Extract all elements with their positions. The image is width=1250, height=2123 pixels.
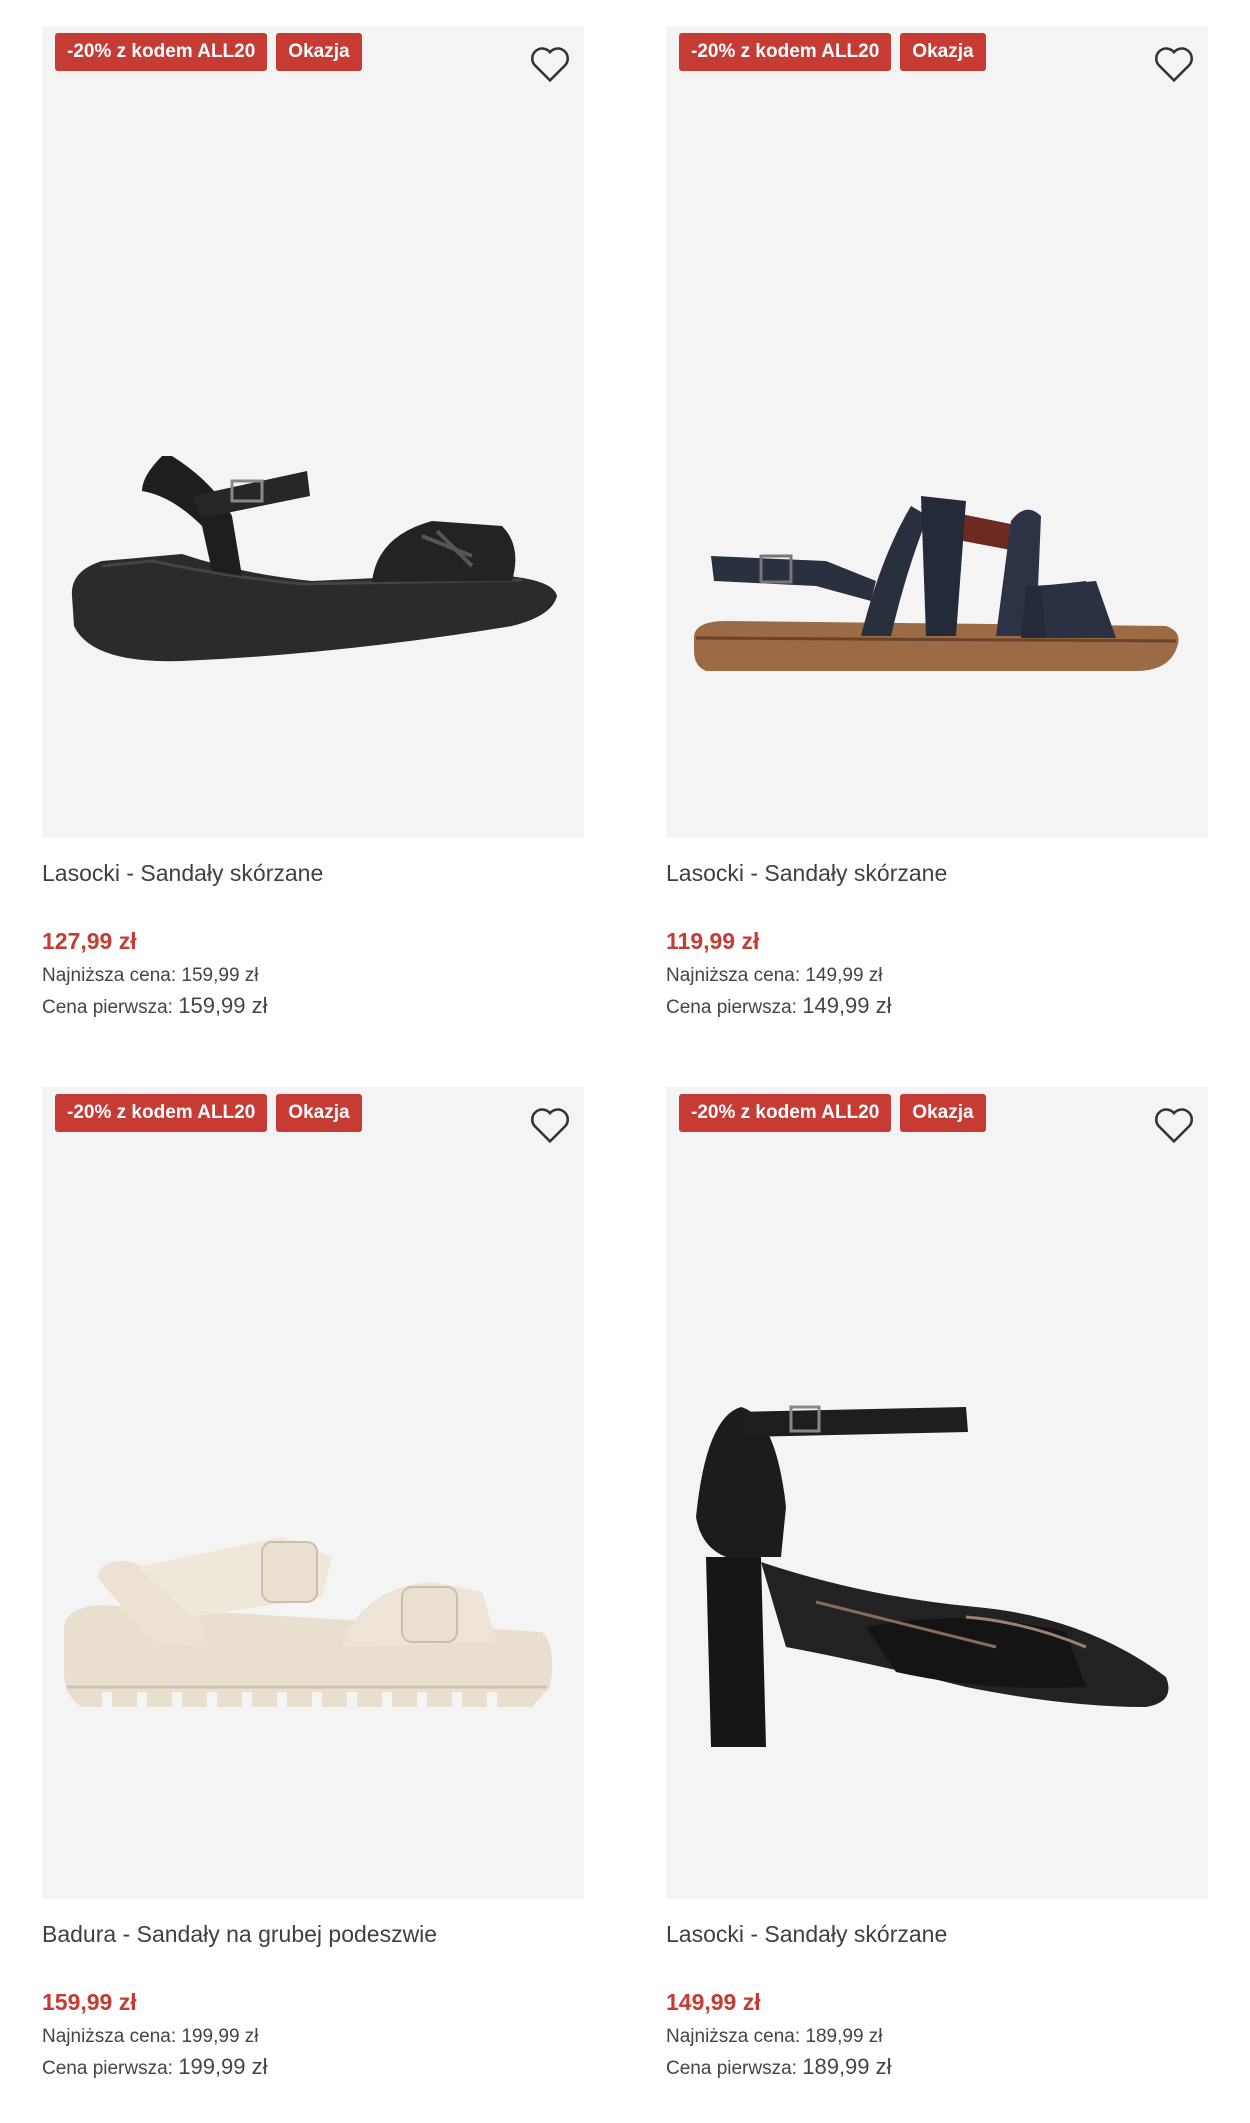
lowest-price-value: 189,99 zł: [805, 2026, 883, 2047]
product-card[interactable]: -20% z kodem ALL20 Okazja Lasocki - Sand…: [666, 1087, 1208, 2080]
lowest-price-value: 149,99 zł: [805, 965, 883, 986]
lowest-price-row: Najniższa cena: 149,99 zł: [666, 963, 1208, 989]
first-price-value: 199,99 zł: [178, 2054, 268, 2079]
lowest-price-value: 199,99 zł: [181, 2026, 259, 2047]
first-price-row: Cena pierwsza: 149,99 zł: [666, 993, 1208, 1019]
badges: -20% z kodem ALL20 Okazja: [679, 33, 986, 71]
first-price-row: Cena pierwsza: 199,99 zł: [42, 2054, 584, 2080]
first-price-value: 149,99 zł: [802, 993, 892, 1018]
heart-outline-icon[interactable]: [528, 44, 572, 84]
first-price-value: 159,99 zł: [178, 993, 268, 1018]
first-price-label: Cena pierwsza:: [42, 997, 173, 1018]
product-name[interactable]: Badura - Sandały na grubej podeszwie: [42, 1916, 584, 1952]
product-price: 127,99 zł: [42, 928, 137, 954]
discount-badge: -20% z kodem ALL20: [679, 1094, 892, 1132]
product-price: 119,99 zł: [666, 928, 760, 954]
product-card[interactable]: -20% z kodem ALL20 Okazja Lasocki - Sand…: [42, 26, 584, 1019]
product-image[interactable]: -20% z kodem ALL20 Okazja: [42, 1087, 584, 1899]
first-price-label: Cena pierwsza:: [42, 2058, 173, 2079]
first-price-row: Cena pierwsza: 159,99 zł: [42, 993, 584, 1019]
deal-badge: Okazja: [276, 1094, 362, 1132]
lowest-price-row: Najniższa cena: 159,99 zł: [42, 963, 584, 989]
cream-chunky-sandal-image: [63, 1537, 553, 1710]
product-grid: -20% z kodem ALL20 Okazja Lasocki - Sand…: [0, 0, 1250, 2123]
first-price-row: Cena pierwsza: 189,99 zł: [666, 2054, 1208, 2080]
discount-badge: -20% z kodem ALL20: [679, 33, 892, 71]
product-card[interactable]: -20% z kodem ALL20 Okazja Lasocki - Sand…: [666, 26, 1208, 1019]
badges: -20% z kodem ALL20 Okazja: [679, 1094, 986, 1132]
black-wedge-sandal-image: [71, 456, 557, 662]
heart-outline-icon[interactable]: [1152, 44, 1196, 84]
deal-badge: Okazja: [900, 1094, 986, 1132]
lowest-price-row: Najniższa cena: 199,99 zł: [42, 2024, 584, 2050]
product-image[interactable]: -20% z kodem ALL20 Okazja: [666, 1087, 1208, 1899]
badges: -20% z kodem ALL20 Okazja: [55, 33, 362, 71]
product-price: 149,99 zł: [666, 1989, 761, 2015]
product-name[interactable]: Lasocki - Sandały skórzane: [42, 855, 584, 891]
deal-badge: Okazja: [900, 33, 986, 71]
black-block-heel-sandal-image: [696, 1405, 1169, 1747]
first-price-value: 189,99 zł: [802, 2054, 892, 2079]
product-name[interactable]: Lasocki - Sandały skórzane: [666, 1916, 1208, 1952]
discount-badge: -20% z kodem ALL20: [55, 1094, 268, 1132]
lowest-price-label: Najniższa cena:: [42, 2026, 177, 2047]
lowest-price-label: Najniższa cena:: [666, 2026, 801, 2047]
lowest-price-label: Najniższa cena:: [666, 965, 801, 986]
first-price-label: Cena pierwsza:: [666, 2058, 797, 2079]
navy-flat-sandal-image: [694, 496, 1179, 671]
product-price: 159,99 zł: [42, 1989, 137, 2015]
deal-badge: Okazja: [276, 33, 362, 71]
lowest-price-label: Najniższa cena:: [42, 965, 177, 986]
product-name[interactable]: Lasocki - Sandały skórzane: [666, 855, 1208, 891]
product-card[interactable]: -20% z kodem ALL20 Okazja Badura - Sanda…: [42, 1087, 584, 2080]
badges: -20% z kodem ALL20 Okazja: [55, 1094, 362, 1132]
product-image[interactable]: -20% z kodem ALL20 Okazja: [42, 26, 584, 838]
heart-outline-icon[interactable]: [528, 1105, 572, 1145]
heart-outline-icon[interactable]: [1152, 1105, 1196, 1145]
first-price-label: Cena pierwsza:: [666, 997, 797, 1018]
lowest-price-row: Najniższa cena: 189,99 zł: [666, 2024, 1208, 2050]
lowest-price-value: 159,99 zł: [181, 965, 259, 986]
discount-badge: -20% z kodem ALL20: [55, 33, 268, 71]
product-image[interactable]: -20% z kodem ALL20 Okazja: [666, 26, 1208, 838]
